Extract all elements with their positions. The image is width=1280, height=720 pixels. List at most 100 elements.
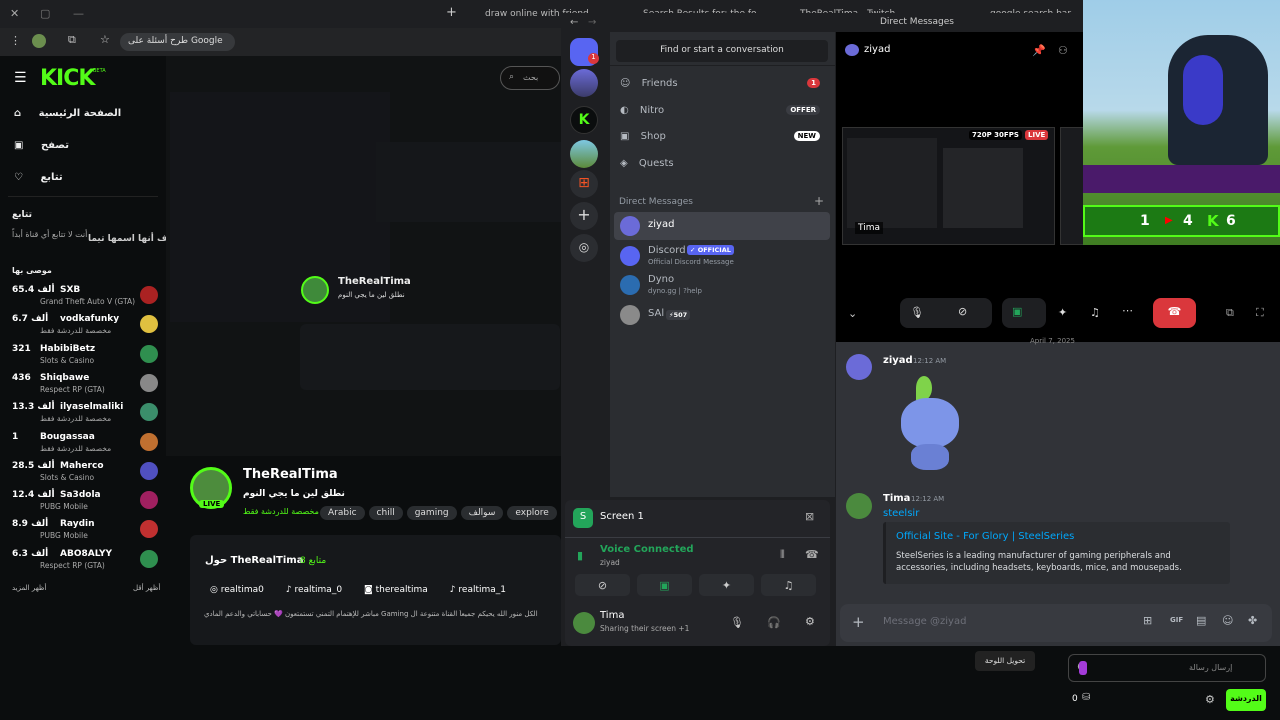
settings-gear-icon[interactable]: ⚙ [1205, 693, 1215, 706]
message-avatar-2[interactable] [846, 493, 872, 519]
pin-icon[interactable]: 📌 [1032, 44, 1046, 57]
activities-icon[interactable]: ✦ [1058, 306, 1067, 319]
hamburger-icon[interactable]: ☰ [14, 70, 27, 86]
screen-share-button[interactable]: ▣ [1002, 298, 1046, 328]
social-link[interactable]: ◎ realtima0 [210, 585, 264, 595]
embed-title[interactable]: Official Site - For Glory | SteelSeries [896, 531, 1074, 542]
extensions-icon[interactable]: ⧉ [68, 33, 76, 47]
noise-suppression-icon[interactable]: ⦀ [780, 548, 785, 562]
close-screen-icon[interactable]: ⊠ [805, 510, 814, 523]
recommended-channel[interactable]: 6.3 ألف ABO8ALYY Respect RP (GTA) [0, 549, 160, 578]
recommended-channel[interactable]: 28.5 ألف Maherco Slots & Casino [0, 461, 160, 490]
omnibox[interactable]: طرح أسئلة على Google [120, 33, 235, 51]
bookmark-star-icon[interactable]: ☆ [100, 33, 110, 46]
message-link[interactable]: steelsir [883, 508, 919, 519]
dm-item[interactable]: ziyad [614, 212, 830, 240]
new-dm-icon[interactable]: + [814, 194, 824, 208]
dm-item[interactable]: Dyno dyno.gg | ?help [614, 271, 830, 299]
user-settings-icon[interactable]: ⚙ [805, 615, 815, 628]
message-author-2[interactable]: Tima [883, 493, 910, 504]
soundboard-toggle[interactable]: ♫ [761, 574, 816, 596]
popout-icon[interactable]: ⧉ [1226, 306, 1234, 320]
kick-logo[interactable]: KICK [40, 66, 95, 91]
social-link[interactable]: ♪ realtima_0 [286, 585, 342, 595]
tag-pill[interactable]: chill [368, 506, 403, 520]
dm-item[interactable]: Discord ✓ OFFICIAL Official Discord Messag… [614, 242, 830, 270]
channel-name[interactable]: TheRealTima [243, 467, 338, 482]
chat-send-button[interactable]: الدردشة [1226, 689, 1266, 711]
tag-pill[interactable]: explore [507, 506, 557, 520]
nav-following[interactable]: ♡ تتابع [14, 172, 63, 183]
show-less-link[interactable]: أظهر أقل [133, 584, 160, 592]
nav-shop[interactable]: ▣ Shop NEW [620, 131, 820, 142]
recommended-channel[interactable]: 8.9 ألف Raydin PUBG Mobile [0, 519, 160, 548]
minimize-icon[interactable]: — [73, 7, 84, 20]
nav-home[interactable]: ⌂ الصفحة الرئيسية [14, 108, 121, 119]
video-toggle[interactable]: ⊘ [575, 574, 630, 596]
tag-pill[interactable]: Arabic [320, 506, 365, 520]
gift-icon[interactable]: ⊞ [1143, 614, 1152, 627]
message-author[interactable]: ziyad [883, 355, 913, 366]
chevron-down-icon[interactable]: ⌄ [848, 307, 857, 320]
stream-category[interactable]: مخصصة للدردشة فقط [243, 507, 319, 516]
deafen-icon[interactable]: 🎧 [767, 616, 781, 629]
fullscreen-icon[interactable]: ⛶ [1256, 306, 1264, 320]
gif-icon[interactable]: GIF [1170, 616, 1183, 624]
server-icon-1[interactable] [570, 69, 598, 97]
hangup-icon[interactable]: ☎ [805, 548, 819, 561]
discover-icon[interactable]: ◎ [570, 234, 598, 262]
tag-pill[interactable]: سوالف [460, 506, 504, 520]
dm-item[interactable]: SAl ⚡507 [614, 301, 830, 329]
recommended-channel[interactable]: 65.4 ألف SXB Grand Theft Auto V (GTA) [0, 285, 160, 314]
server-icon-kick[interactable]: K [570, 106, 598, 134]
recommended-channel[interactable]: 321 HabibiBetz Slots & Casino [0, 344, 160, 373]
voice-channel[interactable]: ziyad [600, 558, 620, 567]
social-link[interactable]: ♪ realtima_1 [450, 585, 506, 595]
add-friend-icon[interactable]: ⚇ [1058, 44, 1068, 57]
emoji-icon[interactable]: ☺ [1222, 614, 1233, 627]
restore-icon[interactable]: ▢ [40, 7, 50, 20]
recommended-channel[interactable]: 12.4 ألف Sa3dola PUBG Mobile [0, 490, 160, 519]
profile-icon[interactable] [32, 34, 46, 48]
activity-toggle[interactable]: ✦ [699, 574, 754, 596]
recommended-channel[interactable]: 1 Bougassaa مخصصة للدردشة فقط [0, 432, 160, 461]
back-arrow-icon[interactable]: ← [570, 17, 578, 28]
video-off-icon[interactable]: ⊘ [958, 305, 967, 318]
message-avatar[interactable] [846, 354, 872, 380]
more-options-icon[interactable]: ⋯ [1122, 304, 1133, 317]
recommended-channel[interactable]: 436 Shiqbawe Respect RP (GTA) [0, 373, 160, 402]
dm-search[interactable]: Find or start a conversation [616, 40, 828, 62]
nav-quests[interactable]: ◈ Quests [620, 158, 820, 169]
sticker-icon[interactable]: ▤ [1196, 614, 1206, 627]
tag-pill[interactable]: gaming [406, 506, 457, 520]
server-icon-3[interactable]: ⊞ [570, 170, 598, 198]
share-screen-toggle[interactable]: ▣ [637, 574, 692, 596]
disconnect-button[interactable]: ☎ [1153, 298, 1196, 328]
search-box[interactable]: ⌕ بحث [500, 66, 560, 90]
message-composer[interactable]: + Message @ziyad ⊞ GIF ▤ ☺ ✤ [840, 604, 1272, 642]
recommended-channel[interactable]: 13.3 ألف ilyaselmaliki مخصصة للدردشة فقط [0, 402, 160, 431]
show-more-link[interactable]: أظهر المزيد [12, 584, 46, 592]
forward-arrow-icon[interactable]: → [588, 17, 596, 28]
microphone-icon[interactable]: 🎙 [910, 306, 924, 319]
user-avatar[interactable] [573, 612, 595, 634]
menu-dots-icon[interactable]: ⋮ [10, 34, 21, 47]
nav-browse[interactable]: ▣ تصفح [14, 140, 69, 151]
mute-icon[interactable]: 🎙 [730, 616, 744, 629]
user-name[interactable]: Tima [600, 610, 624, 621]
social-link[interactable]: ◙ therealtima [364, 585, 428, 595]
soundboard-icon[interactable]: ♫ [1090, 306, 1100, 319]
nav-nitro[interactable]: ◐ Nitro OFFER [620, 104, 820, 116]
switch-chat-button[interactable]: تحويل اللوحة [975, 651, 1035, 671]
nav-friends[interactable]: ☺ Friends 1 [620, 78, 820, 89]
close-icon[interactable]: ✕ [10, 7, 19, 20]
voice-connected[interactable]: Voice Connected [600, 544, 694, 555]
chat-input[interactable]: ☻ إرسال رسالة [1068, 654, 1266, 682]
add-server-icon[interactable]: + [570, 202, 598, 230]
apps-icon[interactable]: ✤ [1248, 614, 1257, 627]
attach-plus-icon[interactable]: + [852, 613, 865, 631]
server-icon-2[interactable] [570, 140, 598, 168]
new-tab-icon[interactable]: + [446, 5, 457, 20]
stream-tile[interactable]: 720P 30FPS LIVE Tima [842, 127, 1055, 245]
recommended-channel[interactable]: 6.7 ألف vodkafunky مخصصة للدردشة فقط [0, 314, 160, 343]
